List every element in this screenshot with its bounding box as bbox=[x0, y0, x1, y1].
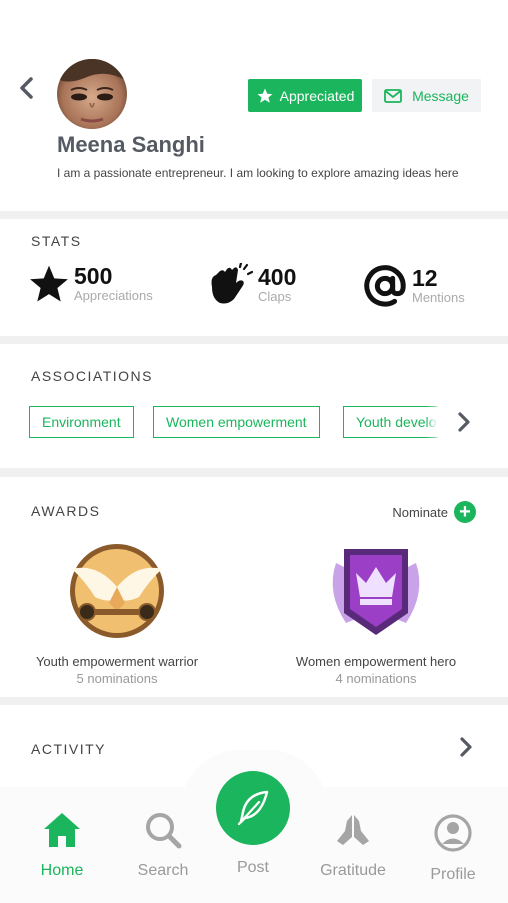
award-name: Women empowerment hero bbox=[295, 654, 457, 669]
nav-label: Search bbox=[137, 862, 189, 879]
award-nominations: 5 nominations bbox=[76, 671, 158, 686]
profile-header: Appreciated Message Meena Sanghi I am a … bbox=[0, 0, 508, 211]
plus-icon: + bbox=[454, 501, 476, 523]
activity-expand-button[interactable] bbox=[458, 736, 474, 763]
chips-next-button[interactable] bbox=[436, 406, 492, 438]
chevron-left-icon bbox=[20, 77, 33, 99]
nominate-label: Nominate bbox=[392, 504, 448, 520]
message-button[interactable]: Message bbox=[372, 79, 481, 112]
stat-value: 400 bbox=[258, 264, 297, 290]
chevron-right-icon bbox=[460, 737, 472, 757]
winged-medal-icon bbox=[70, 544, 164, 638]
profile-icon bbox=[434, 814, 472, 852]
stat-label: Appreciations bbox=[74, 288, 153, 303]
nav-home[interactable]: Home bbox=[17, 811, 107, 880]
nav-gratitude[interactable]: Gratitude bbox=[308, 811, 398, 880]
avatar-image bbox=[57, 59, 127, 129]
chip-women-empowerment[interactable]: Women empowerment bbox=[153, 406, 320, 438]
crown-shield-icon bbox=[332, 549, 420, 635]
chip-environment[interactable]: Environment bbox=[29, 406, 134, 438]
chevron-right-icon bbox=[458, 412, 470, 432]
stats-section: STATS 500 Appreciations 400 Claps 12 Men… bbox=[0, 219, 508, 336]
award-item[interactable]: Women empowerment hero 4 nominations bbox=[276, 543, 476, 686]
stat-value: 500 bbox=[74, 263, 113, 289]
star-icon bbox=[257, 88, 273, 103]
appreciated-label: Appreciated bbox=[279, 87, 355, 104]
stat-label: Mentions bbox=[412, 290, 465, 305]
nav-label: Home bbox=[40, 862, 84, 879]
stat-claps: 400 Claps bbox=[206, 263, 296, 307]
profile-name: Meena Sanghi bbox=[57, 132, 205, 157]
post-button[interactable] bbox=[216, 771, 290, 845]
home-icon bbox=[44, 813, 80, 847]
stats-title: STATS bbox=[31, 233, 82, 249]
mail-icon bbox=[384, 88, 402, 103]
appreciated-button[interactable]: Appreciated bbox=[248, 79, 362, 112]
stat-label: Claps bbox=[258, 289, 292, 304]
nav-profile[interactable]: Profile bbox=[408, 813, 498, 884]
awards-section: AWARDS Nominate + Youth empowerment warr… bbox=[0, 477, 508, 697]
avatar[interactable] bbox=[57, 59, 127, 129]
nav-label: Post bbox=[236, 859, 269, 876]
at-icon bbox=[364, 265, 406, 307]
nominate-button[interactable]: Nominate + bbox=[392, 501, 476, 523]
feather-icon bbox=[237, 790, 269, 826]
associations-section: ASSOCIATIONS Environment Women empowerme… bbox=[0, 344, 508, 468]
praying-hands-icon bbox=[337, 815, 369, 845]
award-name: Youth empowerment warrior bbox=[35, 654, 199, 669]
back-button[interactable] bbox=[14, 72, 42, 104]
nav-label: Profile bbox=[430, 866, 476, 883]
stat-appreciations: 500 Appreciations bbox=[28, 263, 153, 305]
star-icon bbox=[30, 265, 68, 302]
nav-search[interactable]: Search bbox=[118, 811, 208, 880]
clap-icon bbox=[211, 263, 254, 304]
associations-title: ASSOCIATIONS bbox=[31, 368, 153, 384]
stat-mentions: 12 Mentions bbox=[362, 263, 465, 309]
award-nominations: 4 nominations bbox=[335, 671, 417, 686]
message-label: Message bbox=[412, 87, 469, 104]
profile-bio: I am a passionate entrepreneur. I am loo… bbox=[57, 166, 459, 180]
nav-label: Gratitude bbox=[320, 862, 386, 879]
search-icon bbox=[146, 813, 182, 849]
stat-value: 12 bbox=[412, 265, 438, 291]
award-item[interactable]: Youth empowerment warrior 5 nominations bbox=[17, 543, 217, 686]
awards-title: AWARDS bbox=[31, 503, 101, 519]
activity-title: ACTIVITY bbox=[31, 741, 107, 757]
